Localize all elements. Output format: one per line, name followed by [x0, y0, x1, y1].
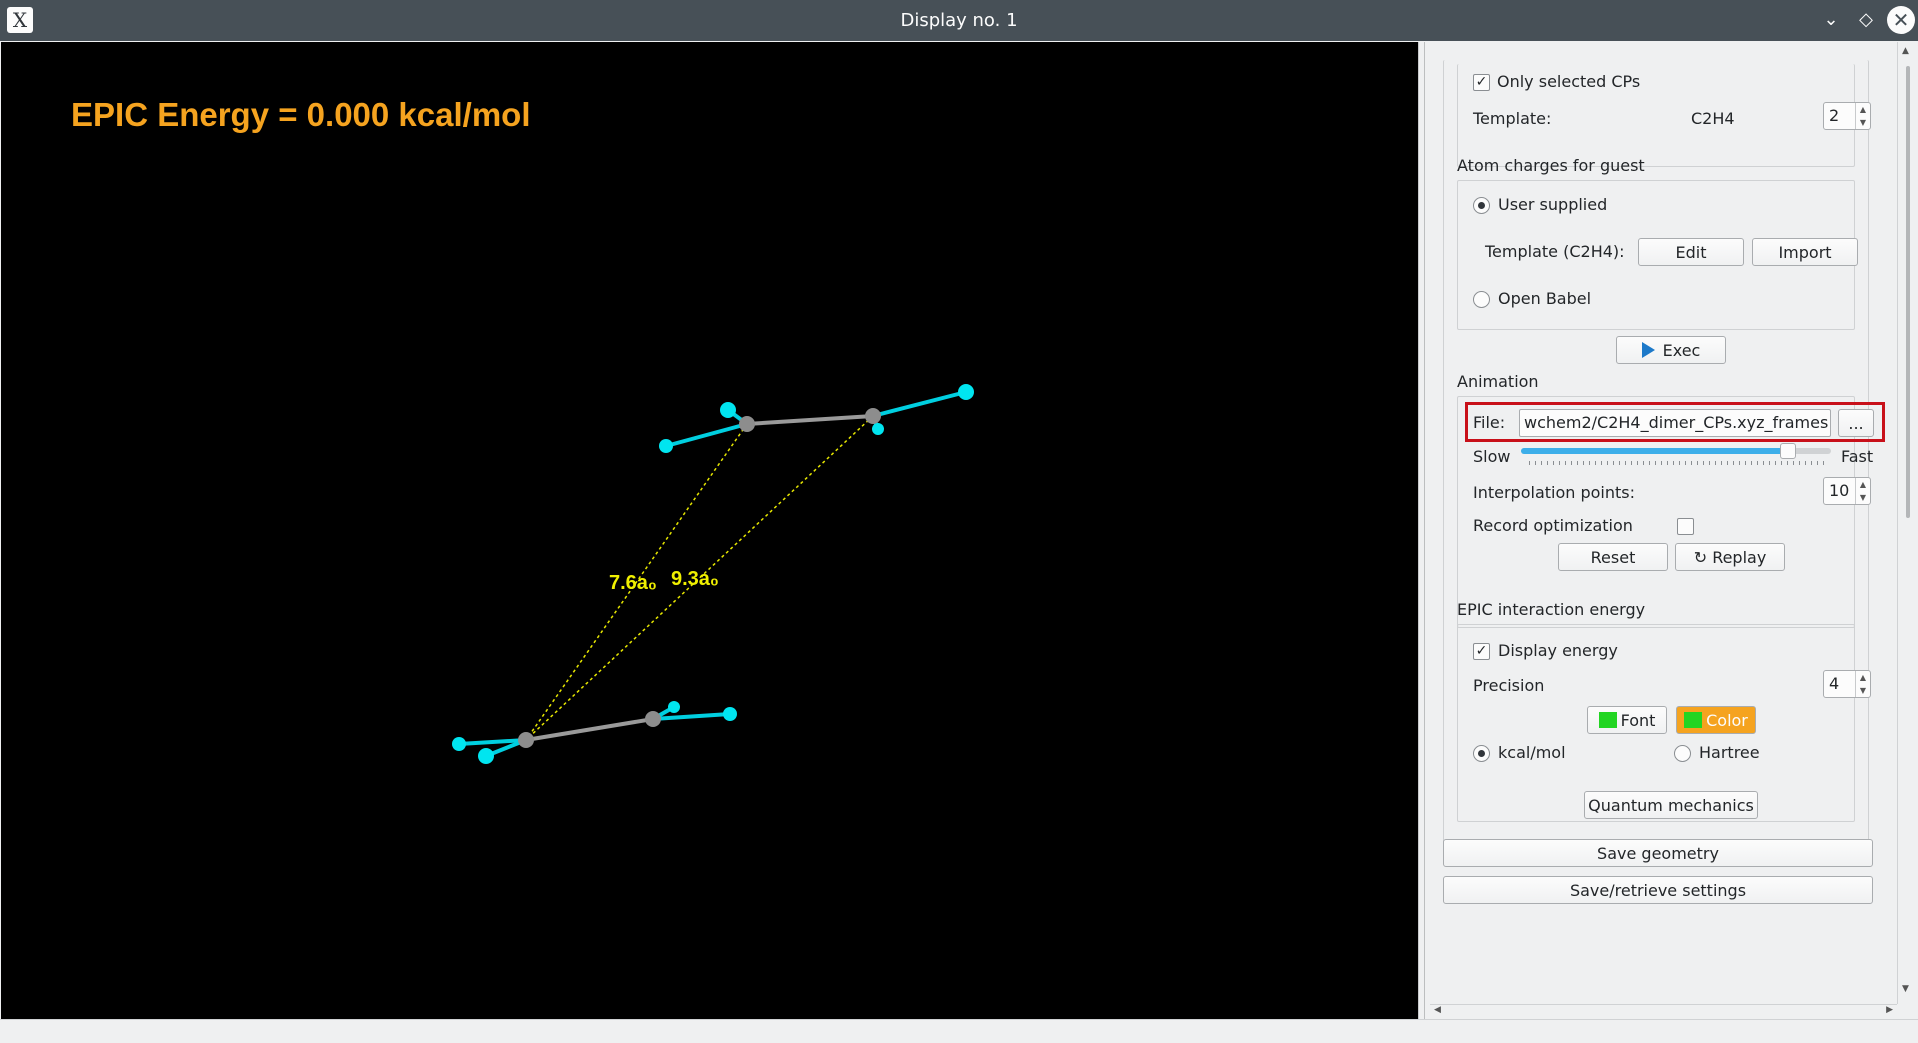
user-supplied-radio[interactable]: [1473, 197, 1490, 214]
play-icon: [1641, 342, 1655, 358]
fast-label: Fast: [1841, 447, 1874, 466]
interpolation-points-spinbox[interactable]: 10 ▲ ▼: [1823, 477, 1871, 505]
replay-icon: ↻: [1693, 548, 1713, 567]
chevron-down-icon[interactable]: ⌄: [1818, 7, 1844, 33]
horizontal-scrollbar[interactable]: ◀ ▶: [1430, 1004, 1897, 1020]
speed-slider-fill: [1521, 448, 1788, 454]
speed-slider-track[interactable]: [1521, 443, 1831, 459]
hydrogen-atom: [478, 748, 494, 764]
bond: [525, 717, 654, 742]
close-icon[interactable]: ✕: [1887, 6, 1915, 34]
precision-spinbox[interactable]: 4 ▲ ▼: [1823, 670, 1871, 698]
hartree-radio[interactable]: [1674, 745, 1691, 762]
status-bar: [0, 1019, 1918, 1043]
hydrogen-atom: [872, 423, 884, 435]
spin-up-icon[interactable]: ▲: [1855, 103, 1870, 116]
scroll-down-icon[interactable]: ▼: [1902, 984, 1909, 994]
hydrogen-atom: [659, 439, 673, 453]
carbon-atom: [865, 408, 881, 424]
template-c2h4-label: Template (C2H4):: [1485, 242, 1625, 261]
carbon-atom: [645, 711, 661, 727]
record-optimization-checkbox[interactable]: [1677, 518, 1694, 535]
bond: [652, 712, 731, 721]
molecule-render: [452, 384, 974, 764]
molecule-viewport[interactable]: EPIC Energy = 0.000 kcal/mol 7.6a₀ 9.3a₀: [1, 42, 1418, 1019]
only-selected-cps-checkbox[interactable]: ✓: [1473, 74, 1490, 91]
reset-button[interactable]: Reset: [1558, 543, 1668, 571]
font-button[interactable]: Font: [1587, 706, 1667, 734]
settings-panel: ✓ Only selected CPs Template: C2H4 2 ▲ ▼…: [1424, 42, 1895, 1019]
hydrogen-atom: [668, 701, 680, 713]
animation-title: Animation: [1457, 372, 1539, 391]
display-energy-checkbox[interactable]: ✓: [1473, 643, 1490, 660]
precision-label: Precision: [1473, 676, 1545, 695]
spin-down-icon[interactable]: ▼: [1855, 116, 1870, 129]
color-button[interactable]: Color: [1676, 706, 1756, 734]
vertical-scrollbar[interactable]: ▲ ▼: [1897, 42, 1918, 1004]
record-optimization-label: Record optimization: [1473, 516, 1633, 535]
display-energy-label: Display energy: [1498, 641, 1618, 660]
bond: [746, 414, 874, 426]
slow-label: Slow: [1473, 447, 1511, 466]
scroll-up-icon[interactable]: ▲: [1902, 46, 1909, 56]
hydrogen-atom: [723, 707, 737, 721]
window-title: Display no. 1: [900, 10, 1018, 31]
distance-label-2: 9.3a₀: [671, 568, 719, 590]
template-spinbox[interactable]: 2 ▲ ▼: [1823, 102, 1871, 130]
hydrogen-atom: [452, 737, 466, 751]
title-bar: X Display no. 1 ⌄ ◇ ✕: [0, 0, 1918, 41]
exec-button[interactable]: Exec: [1616, 336, 1726, 364]
animation-file-input[interactable]: wchem2/C2H4_dimer_CPs.xyz_frames: [1519, 409, 1831, 437]
kcal-label: kcal/mol: [1498, 743, 1566, 762]
save-geometry-button[interactable]: Save geometry: [1443, 839, 1873, 867]
spin-down-icon[interactable]: ▼: [1855, 491, 1870, 504]
kcal-radio[interactable]: [1473, 745, 1490, 762]
carbon-atom: [739, 416, 755, 432]
color-swatch-icon: [1684, 712, 1703, 728]
template-label: Template:: [1473, 109, 1552, 128]
spin-up-icon[interactable]: ▲: [1855, 671, 1870, 684]
template-value: C2H4: [1691, 109, 1735, 128]
quantum-mechanics-button[interactable]: Quantum mechanics: [1584, 791, 1758, 819]
replay-button[interactable]: ↻ Replay: [1675, 543, 1785, 571]
open-babel-label: Open Babel: [1498, 289, 1592, 308]
browse-button[interactable]: ...: [1838, 409, 1874, 437]
scroll-left-icon[interactable]: ◀: [1434, 1005, 1441, 1015]
hartree-label: Hartree: [1699, 743, 1760, 762]
spin-up-icon[interactable]: ▲: [1855, 478, 1870, 491]
speed-slider-handle[interactable]: [1779, 443, 1796, 459]
bond: [872, 390, 967, 418]
open-babel-radio[interactable]: [1473, 291, 1490, 308]
distance-label-1: 7.6a₀: [609, 572, 657, 594]
edit-button[interactable]: Edit: [1638, 238, 1744, 266]
user-supplied-label: User supplied: [1498, 195, 1608, 214]
font-swatch-icon: [1598, 712, 1617, 728]
spin-down-icon[interactable]: ▼: [1855, 684, 1870, 697]
carbon-atom: [518, 732, 534, 748]
diamond-icon[interactable]: ◇: [1853, 7, 1879, 33]
scroll-thumb[interactable]: [1906, 66, 1910, 518]
atom-charges-title: Atom charges for guest: [1457, 156, 1645, 175]
epic-energy-label: EPIC Energy = 0.000 kcal/mol: [71, 96, 531, 133]
hydrogen-atom: [720, 402, 736, 418]
file-label: File:: [1473, 413, 1506, 432]
scroll-right-icon[interactable]: ▶: [1886, 1005, 1893, 1015]
epic-title: EPIC interaction energy: [1457, 600, 1646, 619]
only-selected-cps-label: Only selected CPs: [1497, 72, 1641, 91]
bond: [665, 422, 748, 448]
slider-ticks: [1529, 461, 1825, 465]
interpolation-points-label: Interpolation points:: [1473, 483, 1636, 502]
save-settings-button[interactable]: Save/retrieve settings: [1443, 876, 1873, 904]
import-button[interactable]: Import: [1752, 238, 1858, 266]
hydrogen-atom: [958, 384, 974, 400]
